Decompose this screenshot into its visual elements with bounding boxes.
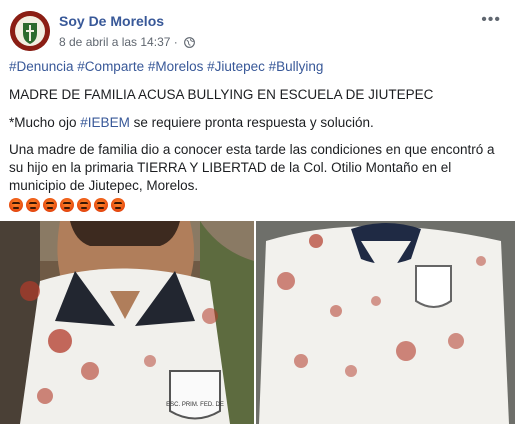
angry-face-icon <box>77 198 91 212</box>
angry-face-icon <box>26 198 40 212</box>
post-hashtags[interactable]: #Denuncia #Comparte #Morelos #Jiutepec #… <box>9 58 509 76</box>
post-meta: 8 de abril a las 14:37 · <box>59 35 196 51</box>
hashtag-iebem[interactable]: #IEBEM <box>80 115 130 130</box>
page-avatar[interactable] <box>10 11 50 51</box>
globe-icon <box>184 37 196 51</box>
meta-separator: · <box>173 35 178 49</box>
shirt-badge-text: ESC. PRIM. FED. DE <box>166 402 224 408</box>
angry-face-icon <box>43 198 57 212</box>
post-headline: MADRE DE FAMILIA ACUSA BULLYING EN ESCUE… <box>9 87 434 102</box>
note-prefix: *Mucho ojo <box>9 115 81 130</box>
note-suffix: se requiere pronta respuesta y solución. <box>129 115 374 130</box>
photo-right[interactable] <box>256 221 515 424</box>
post-header: Soy De Morelos 8 de abril a las 14:37 · … <box>0 0 515 56</box>
post-body: #Denuncia #Comparte #Morelos #Jiutepec #… <box>9 58 509 215</box>
emoji-row <box>9 197 509 215</box>
post-note: *Mucho ojo #IEBEM se requiere pronta res… <box>9 114 509 132</box>
post-story: Una madre de familia dio a conocer esta … <box>9 142 495 193</box>
post-timestamp[interactable]: 8 de abril a las 14:37 <box>59 35 170 49</box>
angry-face-icon <box>111 198 125 212</box>
angry-face-icon <box>94 198 108 212</box>
angry-face-icon <box>60 198 74 212</box>
more-options-icon[interactable]: ••• <box>481 11 501 29</box>
post-photos: ESC. PRIM. FED. DE <box>0 221 515 424</box>
angry-face-icon <box>9 198 23 212</box>
page-name[interactable]: Soy De Morelos <box>59 13 164 29</box>
photo-left[interactable]: ESC. PRIM. FED. DE <box>0 221 254 424</box>
